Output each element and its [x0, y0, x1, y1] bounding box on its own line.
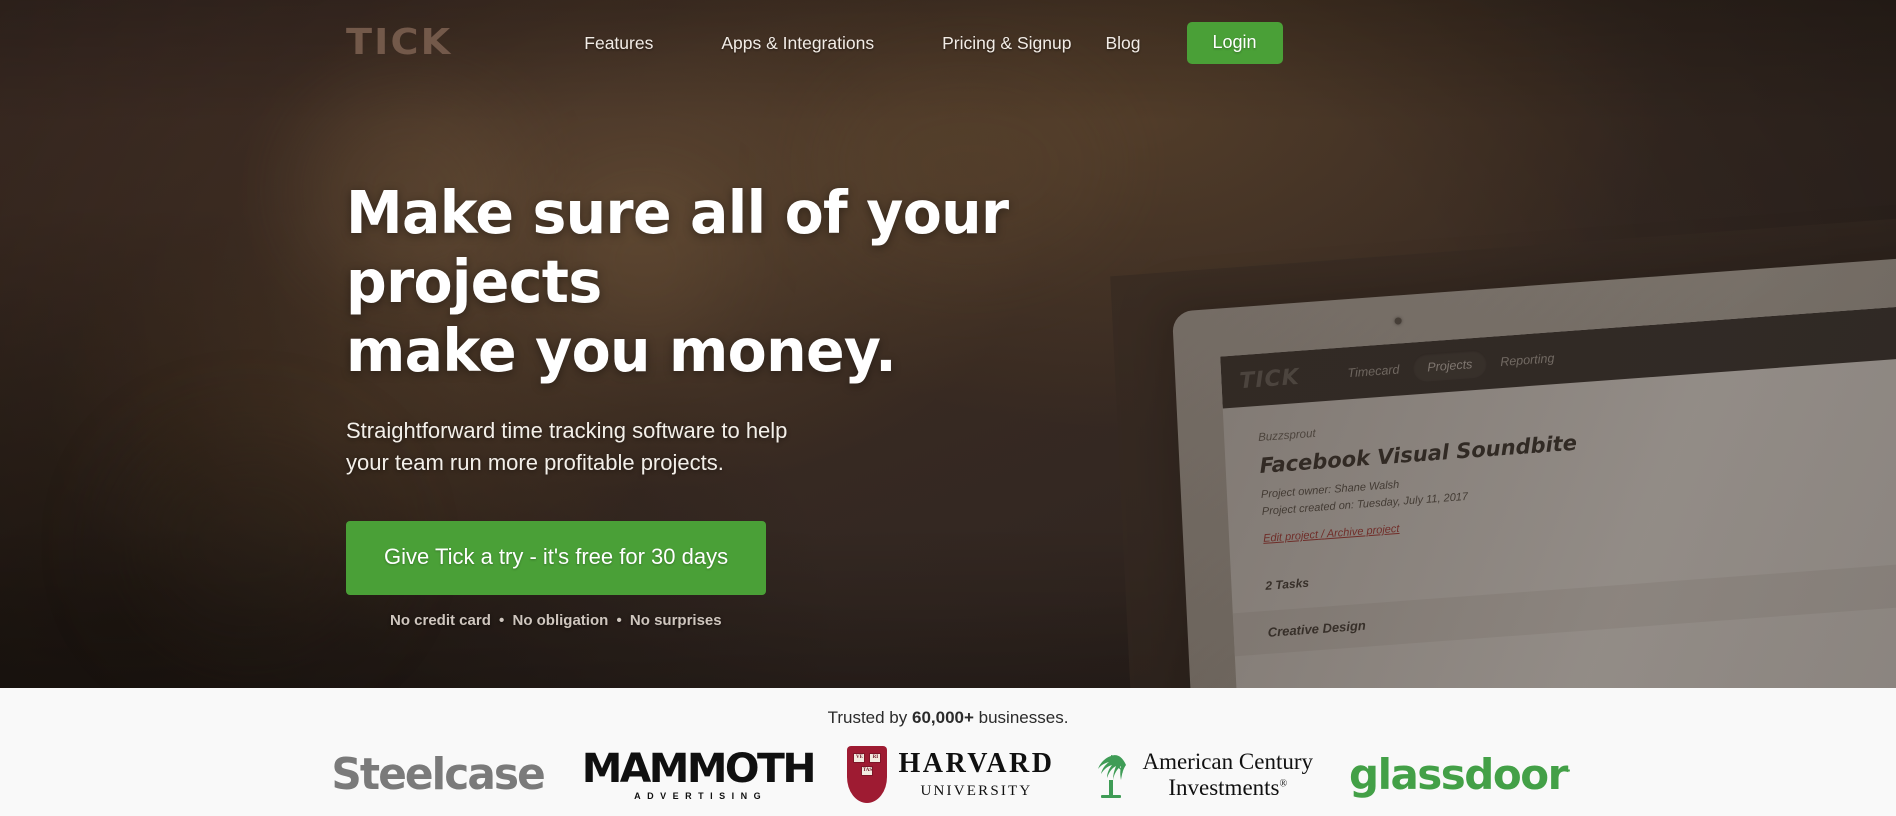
- fineprint-separator-2: •: [616, 612, 622, 630]
- harvard-book-ri: RI: [869, 753, 882, 763]
- app-tick-logo: TICK: [1238, 364, 1301, 394]
- american-century-registered-mark: ®: [1279, 777, 1288, 789]
- glassdoor-wordmark: glassdoor·: [1349, 750, 1571, 799]
- app-archive-project-link: Archive project: [1326, 523, 1400, 541]
- hero-section: TICK Features Apps & Integrations Pricin…: [0, 0, 1896, 688]
- logo-steelcase: Steelcase: [327, 749, 548, 800]
- login-button[interactable]: Login: [1186, 22, 1283, 64]
- steelcase-wordmark: Steelcase: [330, 749, 545, 800]
- american-century-line1: American Century: [1142, 748, 1313, 774]
- american-century-tree-icon: [1098, 754, 1127, 798]
- fineprint-no-obligation: No obligation: [512, 612, 609, 630]
- logo-harvard-university: VE RI TAS HARVARD UNIVERSITY: [847, 746, 1054, 803]
- subhead-line-1: Straightforward time tracking software t…: [346, 418, 788, 444]
- cta-fineprint: No credit card • No obligation • No surp…: [390, 612, 1186, 629]
- harvard-shield-icon: VE RI TAS: [847, 746, 888, 803]
- harvard-subtitle: UNIVERSITY: [920, 782, 1033, 799]
- app-edit-project-link: Edit project: [1262, 529, 1319, 546]
- nav-right-group: Blog Login: [1105, 22, 1283, 64]
- fineprint-no-credit-card: No credit card: [390, 612, 491, 630]
- app-nav-timecard: Timecard: [1347, 362, 1400, 381]
- tick-logo[interactable]: TICK: [346, 25, 452, 61]
- subhead-line-2: your team run more profitable projects.: [346, 450, 724, 476]
- customer-logo-strip: Steelcase MAMMOTH ADVERTISING VE RI TAS …: [0, 746, 1896, 803]
- harvard-wordmark: HARVARD: [898, 747, 1055, 779]
- app-task-row: Creative Design: [1232, 536, 1896, 657]
- headline-line-2: make you money.: [346, 316, 897, 386]
- trust-statement: Trusted by 60,000+ businesses.: [0, 688, 1896, 728]
- trust-text-after: businesses.: [973, 708, 1069, 727]
- trust-business-count: 60,000+: [911, 708, 974, 727]
- american-century-wordmark: American Century Investments®: [1142, 749, 1313, 801]
- main-navigation: TICK Features Apps & Integrations Pricin…: [0, 0, 1896, 86]
- harvard-wordmark-group: HARVARD UNIVERSITY: [898, 747, 1055, 800]
- nav-item-pricing-signup[interactable]: Pricing & Signup: [908, 33, 1105, 54]
- mammoth-wordmark: MAMMOTH: [581, 745, 817, 792]
- glassdoor-text: glassdoor: [1349, 750, 1568, 799]
- app-nav-reporting: Reporting: [1499, 351, 1555, 370]
- free-trial-cta-button[interactable]: Give Tick a try - it's free for 30 days: [346, 521, 767, 596]
- nav-item-blog[interactable]: Blog: [1105, 33, 1140, 54]
- glassdoor-registered-mark: ·: [1566, 764, 1571, 777]
- hero-copy: Make sure all of your projects make you …: [346, 178, 1186, 629]
- logo-american-century-investments: American Century Investments®: [1090, 749, 1313, 801]
- app-link-separator: /: [1320, 528, 1325, 541]
- fineprint-separator-1: •: [499, 612, 505, 630]
- fineprint-no-surprises: No surprises: [629, 612, 722, 630]
- nav-links: Features Apps & Integrations Pricing & S…: [550, 33, 1105, 54]
- trust-bar: Trusted by 60,000+ businesses. Steelcase…: [0, 688, 1896, 816]
- harvard-book-ve: VE: [853, 753, 866, 763]
- logo-glassdoor: glassdoor·: [1349, 750, 1571, 799]
- product-screenshot-laptop: TICK Timecard Projects Reporting Setting…: [1110, 190, 1896, 688]
- hero-subheading: Straightforward time tracking software t…: [346, 415, 866, 479]
- american-century-line2: Investments: [1168, 774, 1280, 800]
- mammoth-tagline: ADVERTISING: [634, 790, 768, 801]
- page-title: Make sure all of your projects make you …: [346, 178, 1157, 385]
- harvard-book-tas: TAS: [861, 766, 874, 776]
- app-nav-projects: Projects: [1412, 349, 1487, 383]
- nav-item-apps-integrations[interactable]: Apps & Integrations: [687, 33, 908, 54]
- trust-text-before: Trusted by: [827, 708, 912, 727]
- harvard-books-top-row: VE RI: [853, 753, 882, 763]
- headline-line-1: Make sure all of your projects: [346, 178, 1009, 317]
- nav-item-features[interactable]: Features: [550, 33, 687, 54]
- logo-mammoth-advertising: MAMMOTH ADVERTISING: [581, 745, 817, 801]
